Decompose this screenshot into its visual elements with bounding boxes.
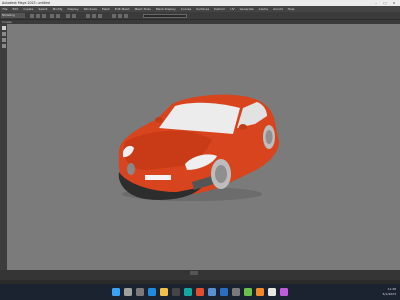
car-wheel-front-right-hub	[215, 165, 227, 183]
redo-icon[interactable]	[56, 13, 60, 18]
chrome-icon[interactable]	[196, 288, 204, 296]
save-scene-icon[interactable]	[42, 13, 46, 18]
time-slider[interactable]	[0, 270, 400, 280]
car-mirror-right	[239, 124, 247, 130]
render-icon[interactable]	[112, 13, 116, 18]
windows-start-icon[interactable]	[112, 288, 120, 296]
clock-date: 5/1/2023	[382, 292, 396, 296]
store-icon[interactable]	[172, 288, 180, 296]
car-license-plate	[145, 175, 171, 180]
lasso-tool-icon[interactable]	[1, 32, 6, 36]
paint-select-icon[interactable]	[1, 38, 6, 42]
move-tool-icon[interactable]	[1, 44, 6, 48]
menu-set-dropdown[interactable]: Modeling	[1, 13, 25, 18]
snap-grid-icon[interactable]	[86, 13, 90, 18]
task-view-icon[interactable]	[136, 288, 144, 296]
viewport-3d[interactable]	[7, 24, 400, 270]
search-icon[interactable]	[124, 288, 132, 296]
select-tool-icon[interactable]	[1, 26, 6, 30]
taskbar: 11:48 5/1/2023	[0, 284, 400, 300]
app-icon[interactable]	[244, 288, 252, 296]
system-clock[interactable]: 11:48 5/1/2023	[383, 287, 396, 297]
new-scene-icon[interactable]	[30, 13, 34, 18]
car-mirror-left	[155, 117, 163, 123]
car-wheel-rear-right-hub	[265, 130, 273, 144]
snap-point-icon[interactable]	[98, 13, 102, 18]
photos-icon[interactable]	[208, 288, 216, 296]
select-by-object-icon[interactable]	[72, 13, 76, 18]
ipr-render-icon[interactable]	[118, 13, 122, 18]
settings-icon[interactable]	[232, 288, 240, 296]
mail-icon[interactable]	[220, 288, 228, 296]
undo-icon[interactable]	[50, 13, 54, 18]
quick-select-field[interactable]	[143, 13, 187, 18]
render-settings-icon[interactable]	[124, 13, 128, 18]
select-by-hierarchy-icon[interactable]	[66, 13, 70, 18]
current-frame-marker[interactable]	[190, 271, 198, 275]
status-line: Modeling	[0, 12, 400, 20]
toolbox	[0, 24, 7, 270]
app-icon-2[interactable]	[256, 288, 264, 296]
maya-icon[interactable]	[184, 288, 192, 296]
car-model[interactable]	[7, 24, 400, 270]
snap-curve-icon[interactable]	[92, 13, 96, 18]
open-scene-icon[interactable]	[36, 13, 40, 18]
edge-icon[interactable]	[148, 288, 156, 296]
file-explorer-icon[interactable]	[160, 288, 168, 296]
app-icon-4[interactable]	[280, 288, 288, 296]
car-wheel-front-left	[127, 163, 135, 175]
app-icon-3[interactable]	[268, 288, 276, 296]
